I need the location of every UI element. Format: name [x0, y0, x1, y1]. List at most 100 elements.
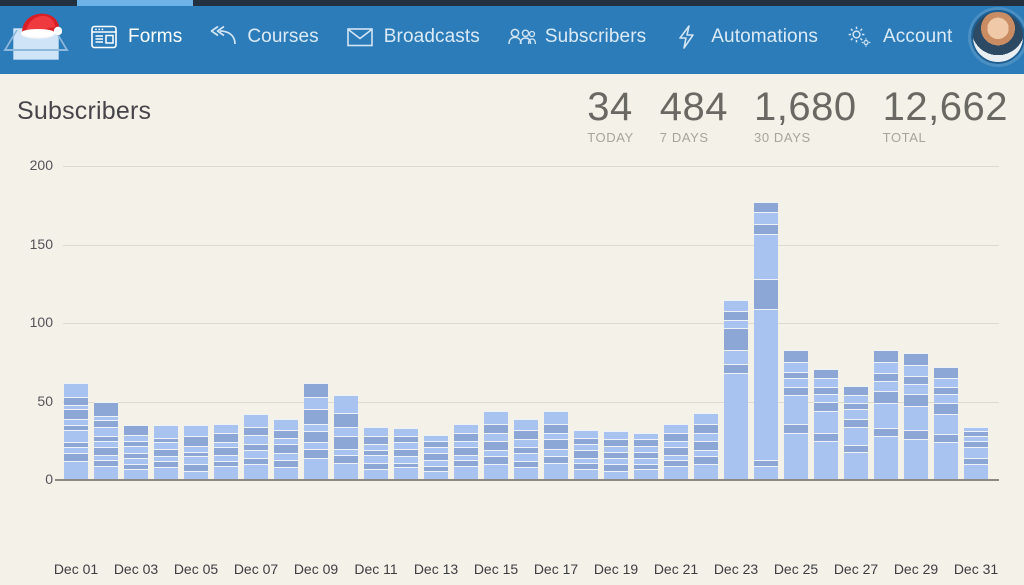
bar-dec-20[interactable]: [634, 432, 658, 480]
bar-dec-15[interactable]: [484, 411, 508, 480]
active-tab-indicator: [77, 0, 193, 6]
bar-dec-29[interactable]: [904, 352, 928, 480]
bar-segment: [214, 423, 238, 433]
bar-segment: [724, 349, 748, 364]
x-tick-label: Dec 31: [953, 561, 999, 577]
bar-dec-03[interactable]: [124, 425, 148, 480]
chart-plot-area: 0 50 100 150 200: [30, 157, 999, 487]
bar-dec-08[interactable]: [274, 418, 298, 480]
bar-dec-02[interactable]: [94, 401, 118, 480]
bar-dec-07[interactable]: [244, 414, 268, 480]
bar-dec-06[interactable]: [214, 423, 238, 480]
bar-segment: [874, 381, 898, 391]
bar-segment: [484, 432, 508, 441]
y-tick-label-50: 50: [37, 392, 53, 409]
bar-segment: [844, 451, 868, 480]
bar-dec-21[interactable]: [664, 423, 688, 480]
bar-dec-04[interactable]: [154, 425, 178, 480]
bar-segment: [724, 299, 748, 311]
bar-segment: [724, 363, 748, 374]
bar-segment: [754, 202, 778, 212]
bar-segment: [334, 454, 358, 463]
bar-segment: [334, 412, 358, 427]
bar-segment: [244, 464, 268, 480]
convertkit-logo[interactable]: [8, 9, 66, 65]
bar-segment: [904, 439, 928, 480]
bar-segment: [454, 465, 478, 480]
x-tick-label: Dec 19: [593, 561, 639, 577]
bar-dec-01[interactable]: [64, 382, 88, 480]
bar-dec-26[interactable]: [814, 368, 838, 480]
bar-segment: [724, 373, 748, 480]
avatar[interactable]: [971, 10, 1024, 64]
y-tick-label-0: 0: [45, 471, 53, 487]
bar-segment: [874, 362, 898, 374]
bar-segment: [184, 425, 208, 437]
bar-segment: [64, 429, 88, 443]
bar-segment: [874, 349, 898, 363]
bar-segment: [544, 411, 568, 424]
nav-label-account: Account: [882, 26, 953, 47]
nav-item-forms[interactable]: Forms: [76, 0, 195, 74]
x-tick-label: Dec 01: [53, 561, 99, 577]
nav-item-broadcasts[interactable]: Broadcasts: [332, 0, 493, 74]
courses-icon: [210, 25, 237, 45]
bar-dec-27[interactable]: [844, 385, 868, 480]
bar-segment: [514, 453, 538, 462]
bar-segment: [934, 434, 958, 443]
x-tick-label: Dec 03: [113, 561, 159, 577]
bar-segment: [304, 423, 328, 432]
bar-segment: [754, 211, 778, 225]
nav-label-broadcasts: Broadcasts: [383, 26, 480, 47]
bar-dec-16[interactable]: [514, 418, 538, 480]
bar-dec-22[interactable]: [694, 412, 718, 480]
bar-segment: [334, 436, 358, 449]
nav-item-account[interactable]: Account: [831, 0, 965, 74]
bar-segment: [484, 423, 508, 433]
bar-segment: [754, 224, 778, 234]
chart-x-tick-labels: Dec 01 Dec 03 Dec 05 Dec 07 Dec 09 Dec 11 Dec …: [54, 561, 999, 585]
bar-dec-13[interactable]: [424, 434, 448, 480]
bar-dec-10[interactable]: [334, 395, 358, 480]
y-tick-label-200: 200: [29, 157, 53, 173]
bar-dec-12[interactable]: [394, 428, 418, 480]
bar-dec-14[interactable]: [454, 423, 478, 480]
subscribers-icon: [508, 28, 536, 45]
bar-segment: [484, 411, 508, 424]
bar-dec-18[interactable]: [574, 429, 598, 480]
bar-segment: [454, 423, 478, 433]
bar-segment: [274, 459, 298, 468]
bar-segment: [694, 412, 718, 424]
bar-dec-31[interactable]: [964, 426, 988, 480]
bar-dec-05[interactable]: [184, 425, 208, 480]
bar-segment: [814, 401, 838, 411]
bar-dec-09[interactable]: [304, 382, 328, 480]
bar-segment: [64, 409, 88, 419]
x-tick-label: Dec 29: [893, 561, 939, 577]
x-tick-label: Dec 27: [833, 561, 879, 577]
bar-segment: [334, 462, 358, 480]
bar-segment: [214, 447, 238, 455]
bar-dec-19[interactable]: [604, 431, 628, 480]
bar-dec-28[interactable]: [874, 349, 898, 480]
y-tick-label-150: 150: [29, 235, 53, 252]
x-tick-label: Dec 11: [354, 561, 398, 577]
bar-segment: [724, 310, 748, 320]
forms-icon: [91, 25, 117, 49]
bar-dec-30[interactable]: [934, 367, 958, 480]
bar-dec-25[interactable]: [784, 349, 808, 480]
bar-segment: [274, 429, 298, 438]
bar-segment: [664, 423, 688, 433]
bar-dec-17[interactable]: [544, 411, 568, 480]
nav-item-subscribers[interactable]: Subscribers: [493, 0, 659, 74]
nav-item-courses[interactable]: Courses: [195, 0, 331, 74]
bar-segment: [94, 401, 118, 416]
bar-segment: [964, 464, 988, 480]
nav-item-automations[interactable]: Automations: [659, 0, 831, 74]
bar-dec-23[interactable]: [724, 299, 748, 480]
bar-segment: [904, 376, 928, 385]
bar-segment: [784, 378, 808, 388]
bar-dec-24[interactable]: [754, 202, 778, 480]
bar-dec-11[interactable]: [364, 426, 388, 480]
bar-segment: [154, 425, 178, 438]
